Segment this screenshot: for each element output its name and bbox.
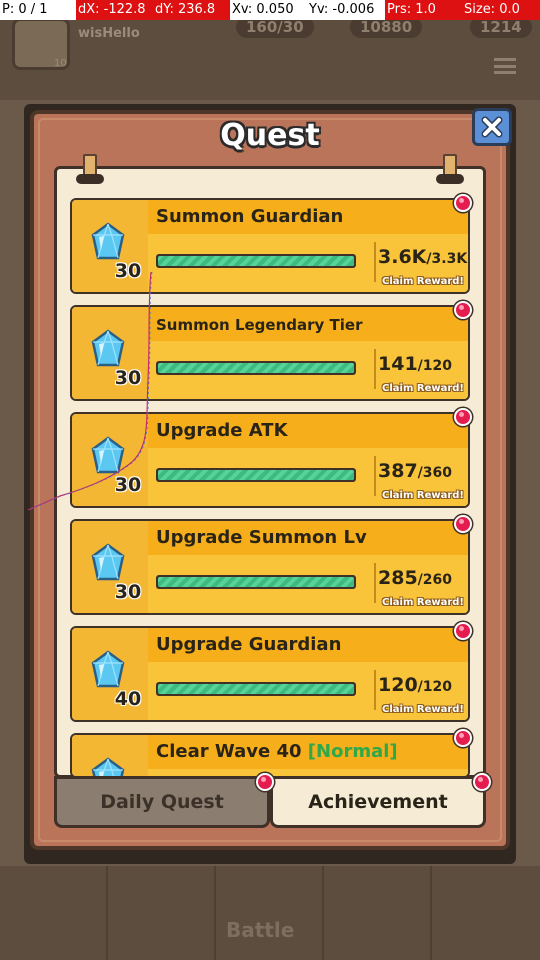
gem-icon xyxy=(91,650,125,688)
notification-dot xyxy=(454,729,472,747)
quest-name: Upgrade ATK xyxy=(156,420,288,441)
tab-daily-quest[interactable]: Daily Quest xyxy=(54,776,270,828)
claim-reward-label[interactable]: Claim Reward! xyxy=(382,704,464,715)
gem-icon xyxy=(91,436,125,474)
gem-icon xyxy=(91,329,125,367)
quest-card[interactable]: Upgrade Summon Lv 30 285/260 Claim Reward! xyxy=(70,519,470,615)
claim-reward-label[interactable]: Claim Reward! xyxy=(382,597,464,608)
quest-name-text: Summon Guardian xyxy=(156,206,344,227)
debug-size: Size: 0.0 xyxy=(462,0,540,20)
reward-amount: 30 xyxy=(114,367,142,389)
notification-dot xyxy=(454,408,472,426)
quest-difficulty-tag: [Normal] xyxy=(307,741,398,762)
notification-dot xyxy=(454,301,472,319)
debug-pressure: Prs: 1.0 xyxy=(385,0,462,20)
quest-name-text: Upgrade Guardian xyxy=(156,634,342,655)
quest-name: Upgrade Guardian xyxy=(156,634,341,655)
claim-reward-label[interactable]: Claim Reward! xyxy=(382,383,464,394)
reward-amount: 30 xyxy=(114,260,142,282)
progress-bar xyxy=(156,682,356,696)
debug-yv: Yv: -0.006 xyxy=(307,0,385,20)
quest-card[interactable]: Clear Wave 40 [Normal] xyxy=(70,733,470,778)
quest-card[interactable]: Summon Guardian 30 3.6K/3.3K Claim Reward! xyxy=(70,198,470,294)
notification-dot xyxy=(256,773,274,791)
quest-name: Clear Wave 40 [Normal] xyxy=(156,741,398,762)
progress-target: 260 xyxy=(422,572,453,588)
reward-amount: 40 xyxy=(114,688,142,710)
player-name: wisHello xyxy=(78,26,140,41)
quest-name-text: Upgrade ATK xyxy=(156,420,288,441)
menu-icon xyxy=(494,58,516,74)
claim-reward-label[interactable]: Claim Reward! xyxy=(382,490,464,501)
debug-xv: Xv: 0.050 xyxy=(230,0,307,20)
battle-label: Battle xyxy=(226,918,295,942)
quest-name: Summon Legendary Tier xyxy=(156,316,362,334)
progress-current: 3.6K xyxy=(378,246,427,268)
quest-card[interactable]: Upgrade Guardian 40 120/120 Claim Reward! xyxy=(70,626,470,722)
reward-amount: 30 xyxy=(114,474,142,496)
progress-target: 360 xyxy=(422,465,453,481)
divider xyxy=(374,349,376,389)
progress-bar xyxy=(156,575,356,589)
progress-target: 120 xyxy=(422,679,453,695)
quest-name: Summon Guardian xyxy=(156,206,343,227)
scroll-pin-right xyxy=(436,154,464,186)
quest-name-text: Summon Legendary Tier xyxy=(156,316,363,334)
divider xyxy=(374,670,376,710)
progress-target: 120 xyxy=(422,358,453,374)
progress-bar xyxy=(156,361,356,375)
quest-name-text: Upgrade Summon Lv xyxy=(156,527,367,548)
nav-tab-guardian xyxy=(108,866,216,960)
divider xyxy=(374,242,376,282)
nav-tab-locked xyxy=(432,866,540,960)
dialog-title: Quest xyxy=(220,118,320,153)
nav-tab-shop xyxy=(0,866,108,960)
divider xyxy=(374,456,376,496)
tab-achievement[interactable]: Achievement xyxy=(270,776,486,828)
nav-tab-battle xyxy=(216,866,324,960)
quest-card[interactable]: Upgrade ATK 30 387/360 Claim Reward! xyxy=(70,412,470,508)
notification-dot xyxy=(473,773,491,791)
close-button[interactable] xyxy=(472,108,512,146)
progress-bar xyxy=(156,254,356,268)
progress-count: 141/120 xyxy=(378,353,453,375)
player-level: 10 xyxy=(54,58,67,69)
debug-dx: dX: -122.8 xyxy=(76,0,153,20)
debug-dy: dY: 236.8 xyxy=(153,0,230,20)
progress-count: 285/260 xyxy=(378,567,453,589)
progress-bar xyxy=(156,468,356,482)
claim-reward-label[interactable]: Claim Reward! xyxy=(382,276,464,287)
gem-icon xyxy=(91,543,125,581)
progress-count: 120/120 xyxy=(378,674,453,696)
progress-current: 120 xyxy=(378,674,418,696)
notification-dot xyxy=(454,622,472,640)
progress-current: 285 xyxy=(378,567,418,589)
quest-card[interactable]: Summon Legendary Tier 30 141/120 Claim Rewa… xyxy=(70,305,470,401)
progress-current: 387 xyxy=(378,460,418,482)
nav-tab-inventory xyxy=(324,866,432,960)
progress-current: 141 xyxy=(378,353,418,375)
progress-count: 387/360 xyxy=(378,460,453,482)
pointer-debug-bar: P: 0 / 1 dX: -122.8 dY: 236.8 Xv: 0.050 … xyxy=(0,0,540,20)
progress-count: 3.6K/3.3K xyxy=(378,246,468,268)
debug-pointer-count: P: 0 / 1 xyxy=(0,0,76,20)
gem-icon xyxy=(91,757,125,776)
notification-dot xyxy=(454,515,472,533)
notification-dot xyxy=(454,194,472,212)
quest-name: Upgrade Summon Lv xyxy=(156,527,367,548)
scroll-pin-left xyxy=(76,154,104,186)
progress-target: 3.3K xyxy=(431,251,468,267)
divider xyxy=(374,563,376,603)
reward-amount: 30 xyxy=(114,581,142,603)
gem-icon xyxy=(91,222,125,260)
close-x-icon xyxy=(481,116,503,138)
quest-body xyxy=(148,769,468,776)
quest-name-text: Clear Wave 40 xyxy=(156,741,302,762)
